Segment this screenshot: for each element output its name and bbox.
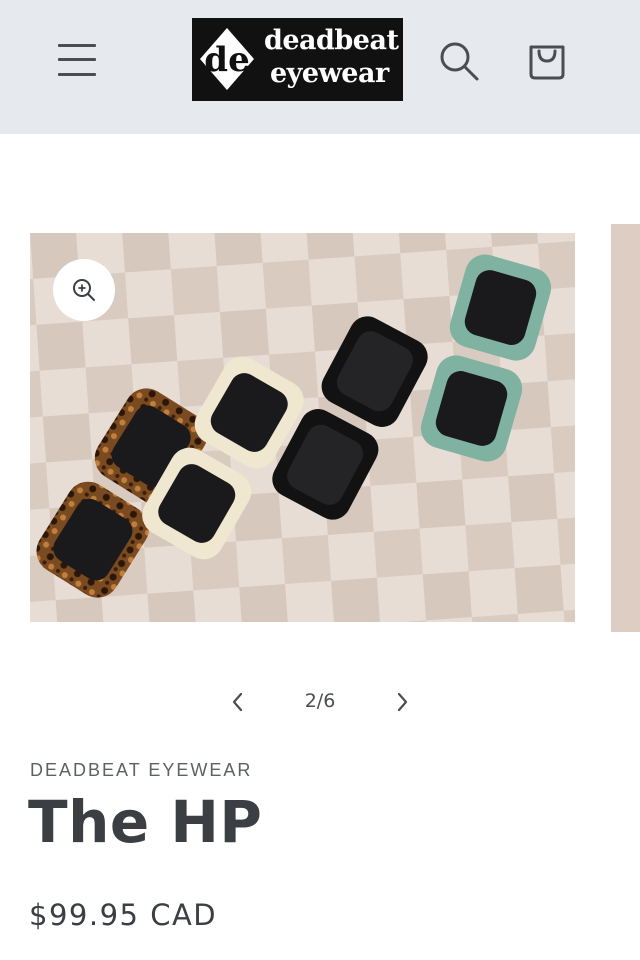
site-header: de deadbeat eyewear: [0, 0, 640, 134]
brand-logo[interactable]: de deadbeat eyewear: [192, 18, 403, 101]
next-slide-preview[interactable]: [611, 224, 640, 632]
magnify-plus-icon: [73, 279, 95, 301]
logo-text-line1: deadbeat: [264, 25, 399, 56]
svg-text:de: de: [204, 40, 249, 80]
product-title: The HP: [28, 788, 263, 856]
product-price: $99.95 CAD: [29, 898, 218, 932]
zoom-in-icon[interactable]: [53, 259, 115, 321]
slide-counter: 2/6: [304, 690, 336, 712]
logo-mark-icon: de: [196, 24, 258, 94]
shopping-bag-icon[interactable]: [526, 40, 568, 82]
chevron-left-icon[interactable]: [224, 688, 252, 716]
search-icon[interactable]: [438, 40, 480, 82]
hamburger-menu-icon[interactable]: [58, 40, 98, 78]
logo-text-line2: eyewear: [270, 58, 389, 89]
product-vendor: DEADBEAT EYEWEAR: [30, 760, 253, 780]
gallery-pager: 2/6: [0, 684, 640, 720]
product-gallery: [0, 134, 640, 654]
chevron-right-icon[interactable]: [388, 688, 416, 716]
